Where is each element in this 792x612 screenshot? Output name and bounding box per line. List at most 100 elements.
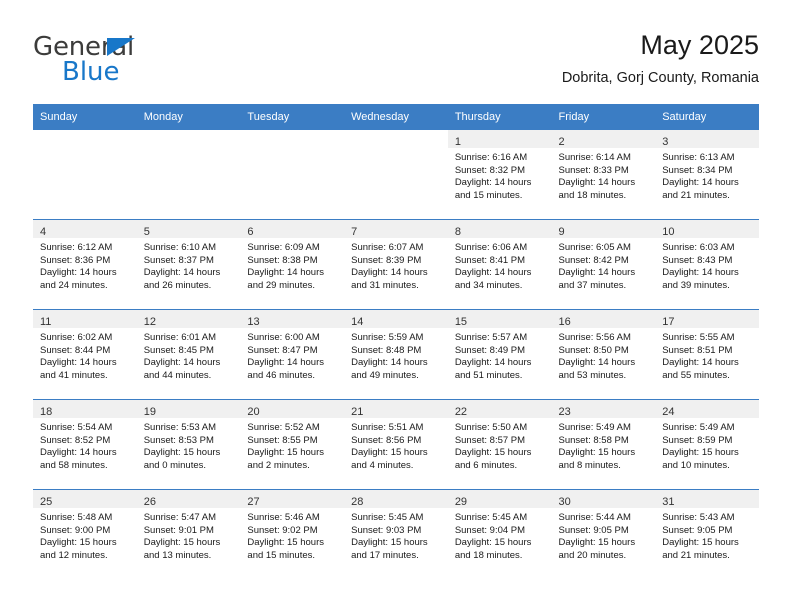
calendar-day[interactable]: 19 Sunrise: 5:53 AM Sunset: 8:53 PM Dayligh… bbox=[136, 400, 241, 489]
sunrise-text: Sunrise: 5:52 AM bbox=[247, 422, 320, 433]
day-sun-info: Sunrise: 5:49 AM Sunset: 8:58 PM Daylight:… bbox=[552, 418, 656, 472]
calendar-week-row: 11 Sunrise: 6:02 AM Sunset: 8:44 PM Dayligh… bbox=[33, 309, 759, 400]
calendar-day[interactable]: 9 Sunrise: 6:05 AM Sunset: 8:42 PM Daylight… bbox=[551, 220, 656, 309]
calendar-day[interactable]: 3 Sunrise: 6:13 AM Sunset: 8:34 PM Daylight… bbox=[655, 130, 759, 219]
day-sun-info: Sunrise: 6:01 AM Sunset: 8:45 PM Daylight:… bbox=[137, 328, 241, 382]
day-number-bar: 23 bbox=[551, 400, 656, 418]
daylight-text-line2: and 15 minutes. bbox=[247, 549, 316, 561]
calendar-day-cell[interactable]: 13 Sunrise: 6:00 AM Sunset: 8:47 PM Dayligh… bbox=[240, 309, 345, 400]
calendar-day-cell[interactable]: 20 Sunrise: 5:52 AM Sunset: 8:55 PM Dayligh… bbox=[240, 399, 345, 490]
calendar-day[interactable]: 29 Sunrise: 5:45 AM Sunset: 9:04 PM Dayligh… bbox=[447, 490, 552, 579]
daylight-text-line1: Daylight: 14 hours bbox=[662, 177, 739, 189]
calendar-day-cell[interactable]: 22 Sunrise: 5:50 AM Sunset: 8:57 PM Dayligh… bbox=[447, 399, 552, 490]
calendar-day-cell[interactable]: 21 Sunrise: 5:51 AM Sunset: 8:56 PM Dayligh… bbox=[344, 399, 448, 490]
day-number: 28 bbox=[351, 496, 364, 508]
calendar-day-cell[interactable]: 11 Sunrise: 6:02 AM Sunset: 8:44 PM Dayligh… bbox=[33, 309, 137, 400]
calendar-day-cell[interactable]: 10 Sunrise: 6:03 AM Sunset: 8:43 PM Dayligh… bbox=[655, 219, 759, 310]
day-number: 17 bbox=[662, 316, 675, 328]
calendar-day[interactable]: 15 Sunrise: 5:57 AM Sunset: 8:49 PM Dayligh… bbox=[447, 310, 552, 399]
sunrise-text: Sunrise: 5:56 AM bbox=[558, 332, 631, 343]
calendar-day-cell[interactable]: 31 Sunrise: 5:43 AM Sunset: 9:05 PM Dayligh… bbox=[655, 489, 759, 579]
calendar-day[interactable]: 12 Sunrise: 6:01 AM Sunset: 8:45 PM Dayligh… bbox=[136, 310, 241, 399]
calendar-day[interactable]: 6 Sunrise: 6:09 AM Sunset: 8:38 PM Daylight… bbox=[240, 220, 345, 309]
calendar-day-cell[interactable]: 23 Sunrise: 5:49 AM Sunset: 8:58 PM Dayligh… bbox=[551, 399, 656, 490]
calendar-day-cell[interactable]: 24 Sunrise: 5:49 AM Sunset: 8:59 PM Dayligh… bbox=[655, 399, 759, 490]
calendar-day-cell[interactable]: 18 Sunrise: 5:54 AM Sunset: 8:52 PM Dayligh… bbox=[33, 399, 137, 490]
calendar-day[interactable]: 23 Sunrise: 5:49 AM Sunset: 8:58 PM Dayligh… bbox=[551, 400, 656, 489]
calendar-day-cell[interactable]: 12 Sunrise: 6:01 AM Sunset: 8:45 PM Dayligh… bbox=[136, 309, 241, 400]
day-number: 25 bbox=[40, 496, 53, 508]
page-subtitle: Dobrita, Gorj County, Romania bbox=[561, 70, 759, 86]
calendar-day-cell[interactable]: 1 Sunrise: 6:16 AM Sunset: 8:32 PM Daylight… bbox=[447, 129, 552, 220]
calendar-day-cell[interactable]: 14 Sunrise: 5:59 AM Sunset: 8:48 PM Dayligh… bbox=[344, 309, 448, 400]
calendar-day-cell[interactable]: 6 Sunrise: 6:09 AM Sunset: 8:38 PM Daylight… bbox=[240, 219, 345, 310]
calendar-day[interactable]: 25 Sunrise: 5:48 AM Sunset: 9:00 PM Dayligh… bbox=[33, 490, 137, 579]
calendar-day[interactable]: 8 Sunrise: 6:06 AM Sunset: 8:41 PM Daylight… bbox=[447, 220, 552, 309]
calendar-day[interactable]: 16 Sunrise: 5:56 AM Sunset: 8:50 PM Dayligh… bbox=[551, 310, 656, 399]
calendar-day[interactable]: 22 Sunrise: 5:50 AM Sunset: 8:57 PM Dayligh… bbox=[447, 400, 552, 489]
calendar-day[interactable]: 2 Sunrise: 6:14 AM Sunset: 8:33 PM Daylight… bbox=[551, 130, 656, 219]
sunset-text: Sunset: 8:51 PM bbox=[662, 344, 733, 356]
calendar-day-cell[interactable] bbox=[33, 129, 137, 220]
calendar-day-cell[interactable]: 4 Sunrise: 6:12 AM Sunset: 8:36 PM Daylight… bbox=[33, 219, 137, 310]
calendar-day-cell[interactable]: 19 Sunrise: 5:53 AM Sunset: 8:53 PM Dayligh… bbox=[136, 399, 241, 490]
calendar-day-cell[interactable]: 8 Sunrise: 6:06 AM Sunset: 8:41 PM Daylight… bbox=[447, 219, 552, 310]
calendar-day[interactable]: 18 Sunrise: 5:54 AM Sunset: 8:52 PM Dayligh… bbox=[33, 400, 137, 489]
calendar-day-cell[interactable]: 9 Sunrise: 6:05 AM Sunset: 8:42 PM Daylight… bbox=[551, 219, 656, 310]
calendar-day-cell[interactable]: 27 Sunrise: 5:46 AM Sunset: 9:02 PM Dayligh… bbox=[240, 489, 345, 579]
daylight-text-line1: Daylight: 14 hours bbox=[40, 447, 117, 459]
day-sun-info: Sunrise: 5:48 AM Sunset: 9:00 PM Daylight:… bbox=[33, 508, 137, 562]
day-number-bar: 11 bbox=[33, 310, 137, 328]
calendar-day-cell[interactable]: 3 Sunrise: 6:13 AM Sunset: 8:34 PM Daylight… bbox=[655, 129, 759, 220]
calendar-day-cell[interactable]: 16 Sunrise: 5:56 AM Sunset: 8:50 PM Dayligh… bbox=[551, 309, 656, 400]
calendar-day[interactable]: 26 Sunrise: 5:47 AM Sunset: 9:01 PM Dayligh… bbox=[136, 490, 241, 579]
calendar-day-cell[interactable]: 17 Sunrise: 5:55 AM Sunset: 8:51 PM Dayligh… bbox=[655, 309, 759, 400]
calendar-day[interactable]: 20 Sunrise: 5:52 AM Sunset: 8:55 PM Dayligh… bbox=[240, 400, 345, 489]
general-blue-logo[interactable]: General Blue bbox=[33, 32, 263, 94]
sunrise-text: Sunrise: 6:16 AM bbox=[454, 152, 528, 163]
sunset-text: Sunset: 9:02 PM bbox=[247, 524, 318, 536]
daylight-text-line2: and 34 minutes. bbox=[454, 279, 523, 291]
daylight-text-line1: Daylight: 15 hours bbox=[351, 537, 428, 549]
daylight-text-line2: and 49 minutes. bbox=[351, 369, 419, 381]
calendar-day-cell[interactable]: 25 Sunrise: 5:48 AM Sunset: 9:00 PM Dayligh… bbox=[33, 489, 137, 579]
calendar-day-cell[interactable] bbox=[240, 129, 345, 220]
calendar-day-cell[interactable]: 28 Sunrise: 5:45 AM Sunset: 9:03 PM Dayligh… bbox=[344, 489, 448, 579]
day-number-bar: 17 bbox=[655, 310, 759, 328]
daylight-text-line1: Daylight: 15 hours bbox=[143, 537, 221, 549]
day-number-bar: 8 bbox=[447, 220, 552, 238]
calendar-day-cell[interactable] bbox=[136, 129, 241, 220]
calendar-day-cell[interactable]: 2 Sunrise: 6:14 AM Sunset: 8:33 PM Daylight… bbox=[551, 129, 656, 220]
calendar-day-cell[interactable]: 30 Sunrise: 5:44 AM Sunset: 9:05 PM Dayligh… bbox=[551, 489, 656, 579]
calendar-day-cell[interactable]: 5 Sunrise: 6:10 AM Sunset: 8:37 PM Daylight… bbox=[136, 219, 241, 310]
calendar-day[interactable]: 10 Sunrise: 6:03 AM Sunset: 8:43 PM Dayligh… bbox=[655, 220, 759, 309]
calendar-day[interactable]: 27 Sunrise: 5:46 AM Sunset: 9:02 PM Dayligh… bbox=[240, 490, 345, 579]
daylight-text-line2: and 0 minutes. bbox=[143, 459, 207, 471]
calendar-day[interactable]: 5 Sunrise: 6:10 AM Sunset: 8:37 PM Daylight… bbox=[136, 220, 241, 309]
sunset-text: Sunset: 9:04 PM bbox=[454, 524, 526, 536]
calendar-day[interactable]: 1 Sunrise: 6:16 AM Sunset: 8:32 PM Daylight… bbox=[447, 130, 552, 219]
calendar-day[interactable]: 7 Sunrise: 6:07 AM Sunset: 8:39 PM Daylight… bbox=[344, 220, 448, 309]
calendar-day[interactable]: 4 Sunrise: 6:12 AM Sunset: 8:36 PM Daylight… bbox=[33, 220, 137, 309]
calendar-day[interactable]: 14 Sunrise: 5:59 AM Sunset: 8:48 PM Dayligh… bbox=[344, 310, 448, 399]
calendar-day[interactable]: 28 Sunrise: 5:45 AM Sunset: 9:03 PM Dayligh… bbox=[344, 490, 448, 579]
calendar-day-cell[interactable]: 15 Sunrise: 5:57 AM Sunset: 8:49 PM Dayligh… bbox=[447, 309, 552, 400]
calendar-day-cell[interactable]: 29 Sunrise: 5:45 AM Sunset: 9:04 PM Dayligh… bbox=[447, 489, 552, 579]
calendar-page: General Blue May 2025 Dobrita, Gorj Coun… bbox=[0, 0, 792, 612]
weekday-header-saturday: Saturday bbox=[655, 104, 759, 130]
calendar-day-cell[interactable]: 26 Sunrise: 5:47 AM Sunset: 9:01 PM Dayligh… bbox=[136, 489, 241, 579]
calendar-day[interactable]: 11 Sunrise: 6:02 AM Sunset: 8:44 PM Dayligh… bbox=[33, 310, 137, 399]
calendar-day[interactable]: 21 Sunrise: 5:51 AM Sunset: 8:56 PM Dayligh… bbox=[344, 400, 448, 489]
weekday-header-friday: Friday bbox=[551, 104, 656, 130]
day-number: 3 bbox=[662, 136, 669, 148]
calendar-day[interactable]: 13 Sunrise: 6:00 AM Sunset: 8:47 PM Dayligh… bbox=[240, 310, 345, 399]
calendar-day[interactable]: 31 Sunrise: 5:43 AM Sunset: 9:05 PM Dayligh… bbox=[655, 490, 759, 579]
day-number: 31 bbox=[662, 496, 675, 508]
calendar-day[interactable]: 30 Sunrise: 5:44 AM Sunset: 9:05 PM Dayligh… bbox=[551, 490, 656, 579]
calendar-day[interactable]: 17 Sunrise: 5:55 AM Sunset: 8:51 PM Dayligh… bbox=[655, 310, 759, 399]
sunset-text: Sunset: 8:50 PM bbox=[558, 344, 629, 356]
calendar-day-cell[interactable] bbox=[344, 129, 448, 220]
calendar-day-cell[interactable]: 7 Sunrise: 6:07 AM Sunset: 8:39 PM Daylight… bbox=[344, 219, 448, 310]
sunrise-text: Sunrise: 5:48 AM bbox=[40, 512, 113, 523]
calendar-day[interactable]: 24 Sunrise: 5:49 AM Sunset: 8:59 PM Dayligh… bbox=[655, 400, 759, 489]
